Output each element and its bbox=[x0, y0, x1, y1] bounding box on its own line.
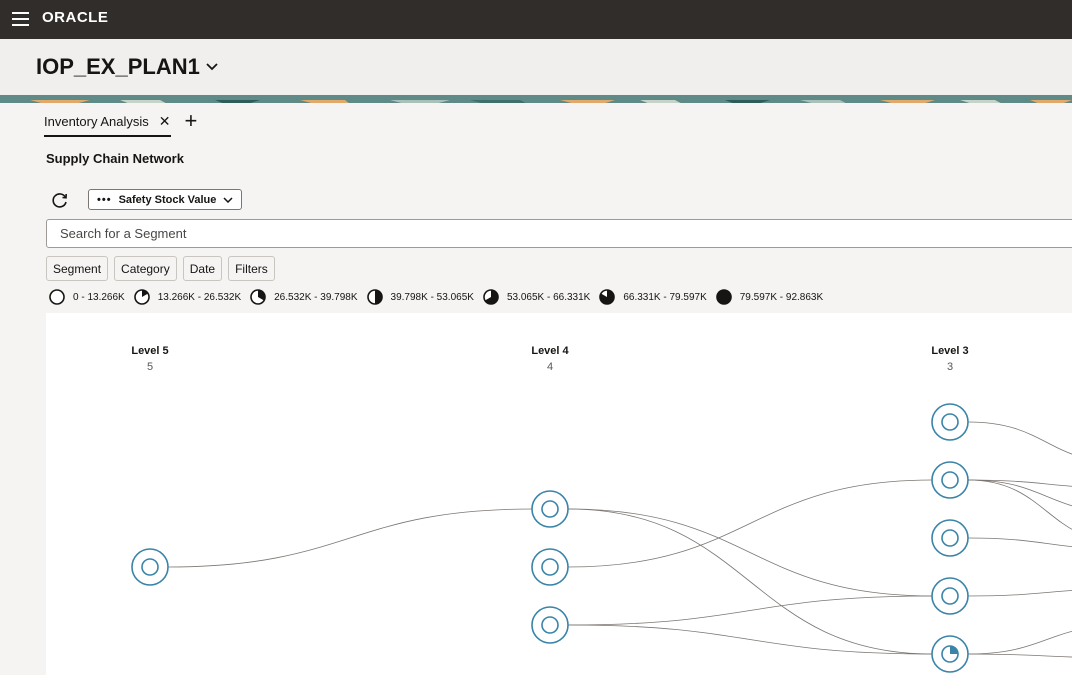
level-count: 5 bbox=[147, 361, 153, 373]
network-edge bbox=[967, 537, 1072, 548]
tab-inventory-analysis[interactable]: Inventory Analysis ✕ bbox=[44, 109, 171, 137]
filter-category-button[interactable]: Category bbox=[114, 256, 177, 281]
plan-title: IOP_EX_PLAN1 bbox=[36, 54, 200, 79]
page-header: IOP_EX_PLAN1 bbox=[0, 39, 1072, 95]
network-node[interactable] bbox=[131, 548, 169, 586]
legend-item: 0 - 13.266K bbox=[49, 289, 125, 305]
network-node[interactable] bbox=[931, 461, 969, 499]
network-edge bbox=[567, 508, 933, 597]
pie-fill-icon bbox=[250, 289, 266, 305]
network-edge bbox=[567, 479, 933, 568]
refresh-icon[interactable] bbox=[50, 190, 70, 210]
oracle-logo: ORACLE bbox=[42, 9, 109, 26]
legend-item: 39.798K - 53.065K bbox=[366, 289, 474, 305]
legend-item: 26.532K - 39.798K bbox=[250, 289, 358, 305]
level-count: 3 bbox=[947, 361, 953, 373]
network-edge bbox=[567, 624, 933, 655]
section-title: Supply Chain Network bbox=[46, 151, 184, 166]
hamburger-icon[interactable] bbox=[12, 12, 29, 26]
pie-fill-icon bbox=[49, 289, 65, 305]
network-edge bbox=[167, 508, 533, 568]
legend-item: 79.597K - 92.863K bbox=[715, 289, 824, 305]
level-label: Level 4 bbox=[531, 345, 569, 357]
close-icon[interactable]: ✕ bbox=[159, 113, 171, 130]
network-canvas: Level 5 5 Level 4 4 Level 3 3 bbox=[46, 313, 1072, 675]
decorative-banner bbox=[0, 95, 1072, 103]
network-node[interactable] bbox=[931, 635, 969, 673]
network-node[interactable] bbox=[531, 606, 569, 644]
pie-fill-icon bbox=[599, 289, 616, 305]
tab-bar: Inventory Analysis ✕ + bbox=[44, 109, 197, 137]
network-node[interactable] bbox=[931, 403, 969, 441]
filter-segment-button[interactable]: Segment bbox=[46, 256, 109, 281]
value-legend: 0 - 13.266K 13.266K - 26.532K 26.532K - 39… bbox=[49, 289, 832, 305]
add-tab-icon[interactable]: + bbox=[185, 110, 198, 132]
legend-label: 66.331K - 79.597K bbox=[623, 291, 707, 303]
legend-item: 13.266K - 26.532K bbox=[133, 289, 242, 305]
legend-item: 66.331K - 79.597K bbox=[599, 289, 707, 305]
level-label: Level 3 bbox=[931, 345, 968, 357]
pie-fill-icon bbox=[366, 289, 383, 305]
more-icon: ••• bbox=[97, 193, 112, 206]
legend-label: 13.266K - 26.532K bbox=[157, 291, 242, 303]
pie-fill-icon bbox=[133, 289, 150, 305]
level-label: Level 5 bbox=[131, 345, 168, 357]
chevron-down-icon bbox=[206, 63, 218, 71]
filter-date-button[interactable]: Date bbox=[182, 256, 223, 281]
content-area: Inventory Analysis ✕ + Supply Chain Netw… bbox=[0, 103, 1072, 675]
network-node[interactable] bbox=[931, 519, 969, 557]
legend-label: 39.798K - 53.065K bbox=[390, 291, 474, 303]
tab-label: Inventory Analysis bbox=[44, 113, 149, 129]
filters-button[interactable]: Filters bbox=[228, 256, 275, 281]
legend-label: 0 - 13.266K bbox=[73, 291, 125, 303]
pie-fill-icon bbox=[715, 289, 732, 305]
network-edge bbox=[567, 508, 933, 655]
network-node[interactable] bbox=[931, 577, 969, 615]
plan-selector[interactable]: IOP_EX_PLAN1 bbox=[36, 54, 218, 80]
network-edge bbox=[967, 630, 1072, 655]
legend-label: 26.532K - 39.798K bbox=[274, 291, 358, 303]
measure-label: Safety Stock Value bbox=[118, 193, 217, 206]
search-input[interactable] bbox=[46, 219, 1072, 248]
measure-select[interactable]: ••• Safety Stock Value bbox=[88, 189, 242, 210]
network-edge bbox=[967, 479, 1072, 530]
network-node[interactable] bbox=[531, 548, 569, 586]
legend-label: 53.065K - 66.331K bbox=[506, 291, 591, 303]
level-count: 4 bbox=[547, 361, 553, 373]
filter-chips: Segment Category Date Filters bbox=[46, 256, 275, 281]
legend-item: 53.065K - 66.331K bbox=[483, 289, 590, 305]
network-edge bbox=[567, 595, 933, 626]
chevron-down-icon bbox=[223, 196, 233, 203]
top-bar: ORACLE bbox=[0, 0, 1072, 39]
legend-label: 79.597K - 92.863K bbox=[739, 291, 824, 303]
network-edge bbox=[967, 653, 1072, 658]
network-graph: Level 5 5 Level 4 4 Level 3 3 bbox=[131, 345, 1072, 673]
network-edge bbox=[967, 590, 1072, 597]
network-edge bbox=[967, 421, 1072, 455]
network-node[interactable] bbox=[531, 490, 569, 528]
pie-fill-icon bbox=[483, 289, 499, 305]
